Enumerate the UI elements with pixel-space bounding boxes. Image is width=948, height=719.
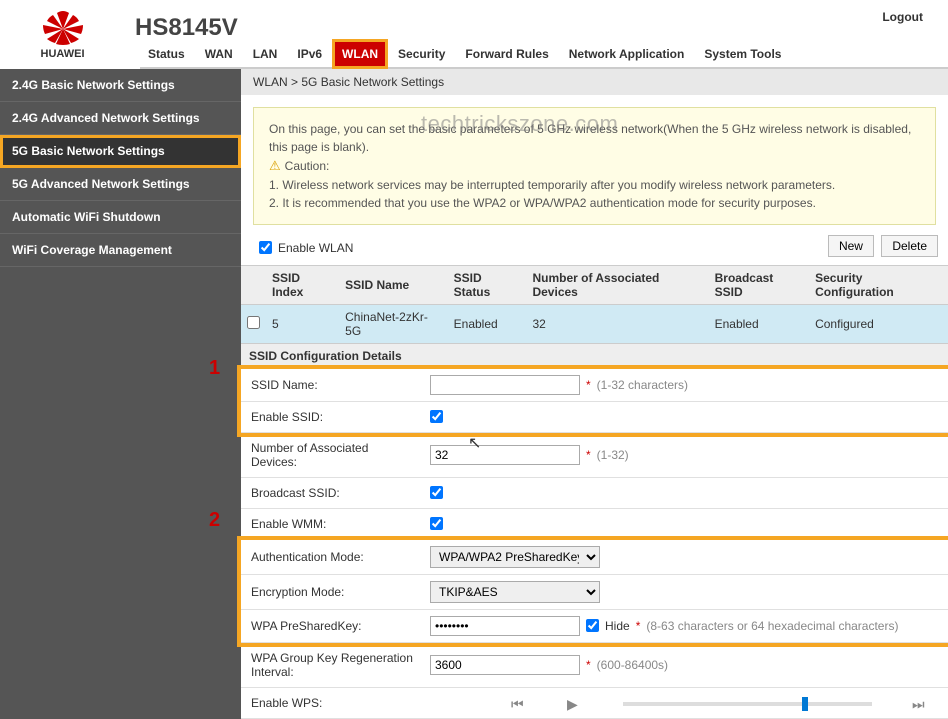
media-track[interactable] [623,702,872,706]
notice-line1: On this page, you can set the basic para… [269,120,920,156]
content-area: techtrickszone.com WLAN > 5G Basic Netwo… [241,69,948,719]
cell-index: 5 [266,304,339,343]
ssid-name-label: SSID Name: [241,370,426,400]
brand-text: HUAWEI [41,48,85,60]
cell-name: ChinaNet-2zKr-5G [339,304,448,343]
num-devices-label: Number of Associated Devices: [241,433,426,477]
notice-caution: Caution: [285,157,330,175]
annotation-1: 1 [209,357,220,380]
enc-mode-select[interactable]: TKIP&AES [430,581,600,603]
th-ssid-name: SSID Name [339,265,448,304]
sidebar: 2.4G Basic Network Settings 2.4G Advance… [0,69,241,719]
enable-wlan-label: Enable WLAN [278,241,353,255]
huawei-logo-icon [33,11,93,46]
enc-mode-label: Encryption Mode: [241,577,426,607]
cell-broadcast: Enabled [709,304,809,343]
new-button[interactable]: New [828,235,874,257]
th-ssid-index: SSID Index [266,265,339,304]
num-devices-hint: (1-32) [597,448,629,462]
ssid-name-input[interactable] [430,375,580,395]
highlight-group-1: SSID Name: *(1-32 characters) Enable SSI… [241,369,948,433]
row-checkbox[interactable] [247,316,260,329]
broadcast-ssid-label: Broadcast SSID: [241,478,426,508]
table-row[interactable]: 5 ChinaNet-2zKr-5G Enabled 32 Enabled Co… [241,304,948,343]
th-assoc-devices: Number of Associated Devices [526,265,708,304]
forward-icon[interactable]: ⏭ [912,696,928,712]
notice-line3: 2. It is recommended that you use the WP… [269,194,920,212]
psk-hint: (8-63 characters or 64 hexadecimal chara… [646,619,898,633]
ssid-name-hint: (1-32 characters) [597,378,688,392]
th-ssid-status: SSID Status [448,265,527,304]
psk-hide-label: Hide [605,619,630,633]
logout-link[interactable]: Logout [882,10,923,24]
sidebar-5g-basic[interactable]: 5G Basic Network Settings [0,135,241,168]
rekey-input[interactable] [430,655,580,675]
auth-mode-label: Authentication Mode: [241,542,426,572]
ssid-table: SSID Index SSID Name SSID Status Number … [241,265,948,343]
play-icon[interactable]: ▶ [567,696,583,712]
rekey-label: WPA Group Key Regeneration Interval: [241,643,426,687]
enable-wlan-checkbox[interactable] [259,241,272,254]
annotation-2: 2 [209,509,220,532]
psk-hide-checkbox[interactable] [586,619,599,632]
enable-wmm-checkbox[interactable] [430,517,443,530]
rewind-icon[interactable]: ⏮ [511,696,527,712]
psk-label: WPA PreSharedKey: [241,611,426,641]
section-title: SSID Configuration Details [241,343,948,369]
notice-line2: 1. Wireless network services may be inte… [269,176,920,194]
notice-box: On this page, you can set the basic para… [253,107,936,225]
sidebar-wifi-shutdown[interactable]: Automatic WiFi Shutdown [0,201,241,234]
warning-icon: ⚠ [269,156,281,176]
enable-wmm-label: Enable WMM: [241,509,426,539]
media-bar: ⏮ ▶ ⏭ [511,693,928,715]
cell-status: Enabled [448,304,527,343]
auth-mode-select[interactable]: WPA/WPA2 PreSharedKey [430,546,600,568]
enable-ssid-checkbox[interactable] [430,410,443,423]
breadcrumb: WLAN > 5G Basic Network Settings [241,69,948,95]
sidebar-24g-advanced[interactable]: 2.4G Advanced Network Settings [0,102,241,135]
model-name: HS8145V [135,14,238,42]
enable-wps-label: Enable WPS: [241,688,426,718]
enable-ssid-label: Enable SSID: [241,402,426,432]
cell-security: Configured [809,304,948,343]
num-devices-input[interactable] [430,445,580,465]
th-broadcast: Broadcast SSID [709,265,809,304]
header: HUAWEI HS8145V Logout [0,0,948,63]
sidebar-wifi-coverage[interactable]: WiFi Coverage Management [0,234,241,267]
sidebar-5g-advanced[interactable]: 5G Advanced Network Settings [0,168,241,201]
media-thumb[interactable] [802,697,808,711]
rekey-hint: (600-86400s) [597,658,668,672]
logo: HUAWEI [15,8,110,63]
th-security: Security Configuration [809,265,948,304]
psk-input[interactable] [430,616,580,636]
cell-devices: 32 [526,304,708,343]
delete-button[interactable]: Delete [881,235,938,257]
sidebar-24g-basic[interactable]: 2.4G Basic Network Settings [0,69,241,102]
broadcast-ssid-checkbox[interactable] [430,486,443,499]
highlight-group-2: Authentication Mode: WPA/WPA2 PreSharedK… [241,540,948,643]
